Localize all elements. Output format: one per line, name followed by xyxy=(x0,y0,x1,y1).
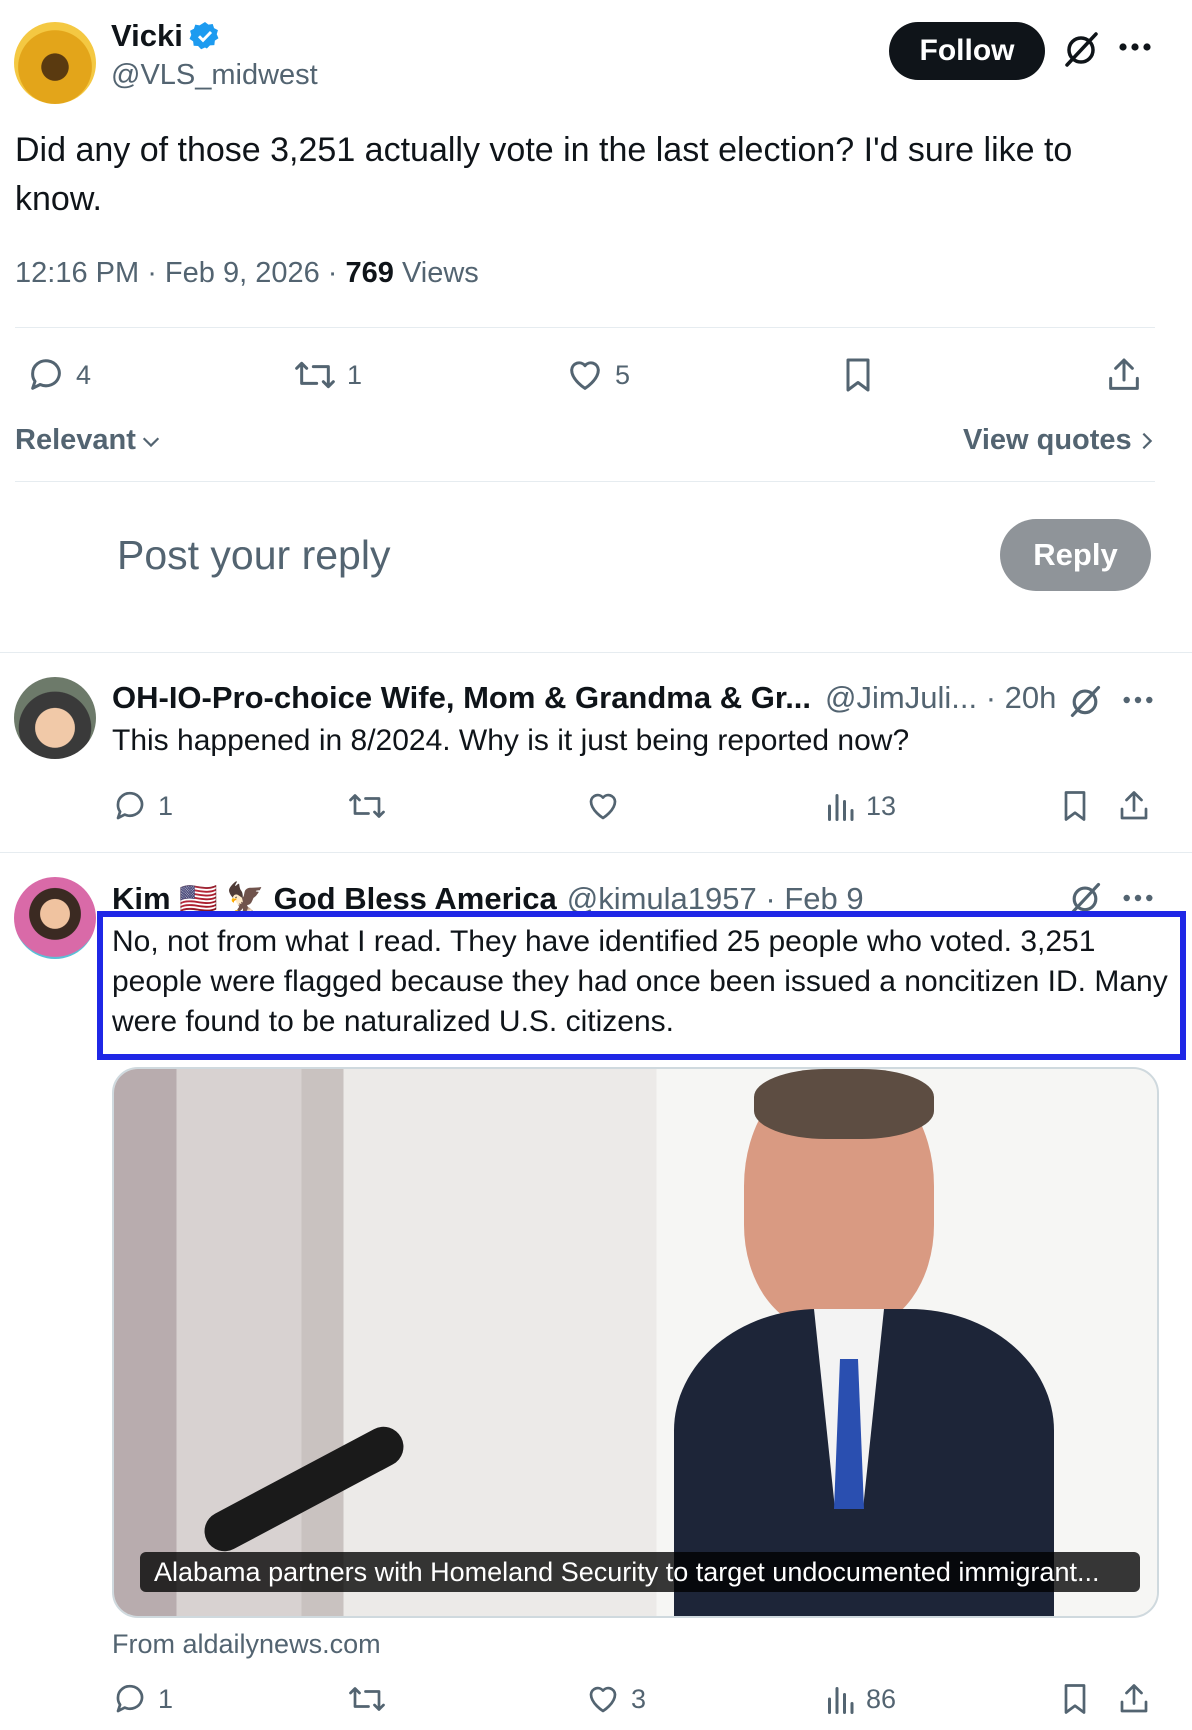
divider xyxy=(15,481,1155,482)
share-icon[interactable] xyxy=(1116,788,1152,824)
post-author-name[interactable]: Vicki xyxy=(111,18,183,54)
view-quotes-link[interactable]: View quotes xyxy=(963,424,1156,457)
heart-icon[interactable] xyxy=(585,788,621,824)
grok-icon[interactable] xyxy=(1061,29,1101,69)
repost-icon[interactable] xyxy=(347,788,387,824)
like-count: 3 xyxy=(631,1683,647,1714)
avatar-vicki[interactable] xyxy=(14,22,96,104)
card-caption: Alabama partners with Homeland Security … xyxy=(140,1552,1140,1592)
views-count: 769 xyxy=(345,257,394,289)
avatar-jimjuli[interactable] xyxy=(14,677,96,759)
more-options-icon[interactable] xyxy=(1122,695,1154,705)
repost-icon[interactable] xyxy=(347,1681,387,1717)
reply-icon xyxy=(112,788,148,824)
reply-composer-input[interactable]: Post your reply xyxy=(117,532,390,579)
post-date[interactable]: Feb 9, 2026 xyxy=(165,257,320,289)
views-action[interactable]: 13 xyxy=(824,788,896,824)
analytics-icon xyxy=(824,788,856,824)
like-action[interactable]: 3 xyxy=(585,1681,646,1717)
post-text: Did any of those 3,251 actually vote in … xyxy=(15,131,1073,218)
divider xyxy=(0,652,1192,653)
heart-icon xyxy=(585,1681,621,1717)
chevron-right-icon xyxy=(1138,430,1156,452)
divider xyxy=(15,327,1155,328)
reply-icon xyxy=(26,355,66,395)
verified-badge-icon xyxy=(189,20,221,52)
reply-author-name[interactable]: OH-IO-Pro-choice Wife, Mom & Grandma & G… xyxy=(112,680,811,716)
reply-button[interactable]: Reply xyxy=(1000,519,1151,591)
views-action[interactable]: 86 xyxy=(824,1681,896,1717)
reply-icon xyxy=(112,1681,148,1717)
post-meta: 12:16 PM · Feb 9, 2026 · 769 Views xyxy=(15,257,479,289)
avatar-kim[interactable] xyxy=(14,877,96,959)
more-options-icon[interactable] xyxy=(1122,893,1154,903)
reply-time[interactable]: 20h xyxy=(1005,680,1057,715)
like-action[interactable]: 5 xyxy=(565,355,630,395)
grok-icon[interactable] xyxy=(1067,683,1103,719)
chevron-down-icon xyxy=(140,430,162,452)
views-label: Views xyxy=(401,257,479,289)
bookmark-icon[interactable] xyxy=(1057,1681,1093,1717)
repost-icon xyxy=(293,355,337,395)
link-card[interactable]: Alabama partners with Homeland Security … xyxy=(112,1067,1159,1618)
share-icon[interactable] xyxy=(1104,355,1144,395)
heart-icon xyxy=(565,355,605,395)
person-silhouette xyxy=(674,1069,1074,1616)
reply-count: 4 xyxy=(76,359,92,390)
reply-action[interactable]: 1 xyxy=(112,788,173,824)
post-time[interactable]: 12:16 PM xyxy=(15,257,139,289)
more-options-icon[interactable] xyxy=(1118,42,1152,52)
view-quotes-label: View quotes xyxy=(963,424,1132,456)
bookmark-icon[interactable] xyxy=(838,355,878,395)
reply-text: This happened in 8/2024. Why is it just … xyxy=(112,724,910,757)
divider xyxy=(0,852,1192,853)
views-count: 13 xyxy=(866,790,897,821)
analytics-icon xyxy=(824,1681,856,1717)
reply-text: No, not from what I read. They have iden… xyxy=(112,925,1168,1038)
follow-button[interactable]: Follow xyxy=(889,22,1045,80)
share-icon[interactable] xyxy=(1116,1681,1152,1717)
sort-dropdown[interactable]: Relevant xyxy=(15,424,162,457)
reply-count: 1 xyxy=(158,1683,174,1714)
reply-action[interactable]: 4 xyxy=(26,355,91,395)
bookmark-icon[interactable] xyxy=(1057,788,1093,824)
sort-label: Relevant xyxy=(15,424,136,456)
repost-action[interactable]: 1 xyxy=(293,355,362,395)
card-source[interactable]: From aldailynews.com xyxy=(112,1629,381,1660)
reply-count: 1 xyxy=(158,790,174,821)
reply-action[interactable]: 1 xyxy=(112,1681,173,1717)
like-count: 5 xyxy=(615,359,631,390)
reply-author-handle[interactable]: @JimJuli... xyxy=(825,680,977,715)
post-author-handle[interactable]: @VLS_midwest xyxy=(111,59,318,92)
views-count: 86 xyxy=(866,1683,897,1714)
repost-count: 1 xyxy=(347,359,363,390)
